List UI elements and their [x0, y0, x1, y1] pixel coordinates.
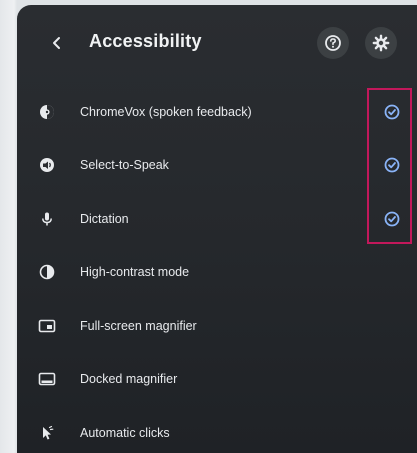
settings-button[interactable] [365, 27, 397, 59]
item-label: Select-to-Speak [80, 158, 169, 173]
help-icon [325, 35, 341, 51]
list-item-select-to-speak[interactable]: Select-to-Speak [17, 139, 417, 193]
select-to-speak-icon [37, 155, 57, 175]
contrast-icon [37, 262, 57, 282]
list-item-docked-magnifier[interactable]: Docked magnifier [17, 353, 417, 407]
page-title: Accessibility [89, 31, 202, 51]
item-label: Docked magnifier [80, 372, 178, 387]
accessibility-panel: Accessibility ChromeVox (spoken feedback… [17, 5, 417, 453]
list-item-automatic-clicks[interactable]: Automatic clicks [17, 406, 417, 453]
auto-click-icon [37, 423, 57, 443]
background-frame: Accessibility ChromeVox (spoken feedback… [0, 0, 417, 453]
panel-header: Accessibility [17, 5, 417, 85]
check-icon [383, 156, 401, 174]
fullscreen-magnifier-icon [37, 316, 57, 336]
chevron-left-icon [53, 37, 60, 49]
list-item-chromevox[interactable]: ChromeVox (spoken feedback) [17, 85, 417, 139]
check-icon [383, 103, 401, 121]
gear-icon [372, 34, 390, 52]
item-label: Dictation [80, 211, 129, 226]
list-item-high-contrast[interactable]: High-contrast mode [17, 246, 417, 300]
docked-magnifier-icon [37, 369, 57, 389]
list-item-fullscreen-magnifier[interactable]: Full-screen magnifier [17, 299, 417, 353]
feature-list: ChromeVox (spoken feedback) Select-to-Sp… [17, 85, 417, 453]
list-item-dictation[interactable]: Dictation [17, 192, 417, 246]
microphone-icon [37, 209, 57, 229]
item-label: ChromeVox (spoken feedback) [80, 104, 252, 119]
help-button[interactable] [317, 27, 349, 59]
check-icon [383, 210, 401, 228]
item-label: Full-screen magnifier [80, 318, 197, 333]
item-label: Automatic clicks [80, 425, 170, 440]
item-label: High-contrast mode [80, 265, 190, 280]
chromevox-icon [37, 102, 57, 122]
back-button[interactable] [45, 31, 69, 55]
